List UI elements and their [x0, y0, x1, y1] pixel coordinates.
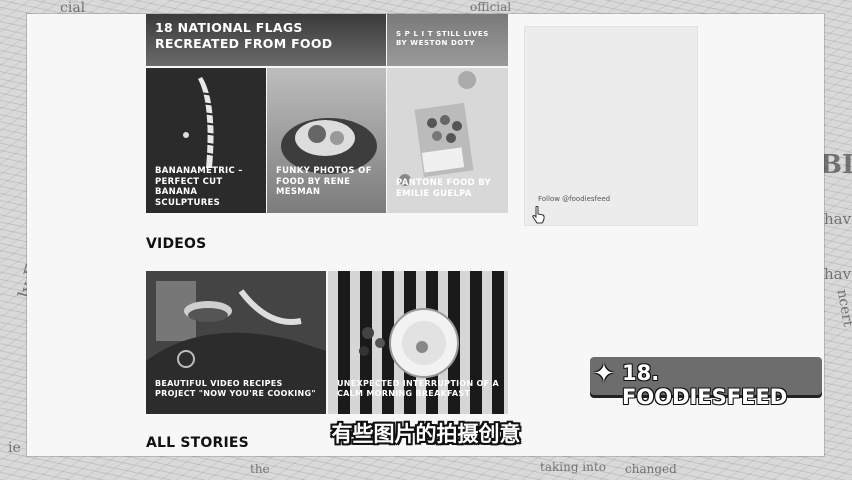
video-caption-badge: ✦ 18. FOODIESFEED: [590, 357, 822, 409]
story-tile-bananametric[interactable]: BANANAMETRIC – PERFECT CUT BANANA SCULPT…: [146, 68, 266, 213]
videos-heading: VIDEOS: [146, 236, 207, 252]
video-tile-now-youre-cooking[interactable]: BEAUTIFUL VIDEO RECIPES PROJECT "NOW YOU…: [146, 271, 326, 414]
story-tile-flags[interactable]: 18 NATIONAL FLAGS RECREATED FROM FOOD: [146, 14, 386, 66]
news-text: taking into: [540, 460, 606, 474]
follow-link[interactable]: Follow @foodiesfeed: [538, 195, 610, 203]
news-text: have: [824, 265, 852, 283]
story-tile-pantone-food[interactable]: PANTONE FOOD BY EMILIE GUELPA: [387, 68, 508, 213]
video-title: UNEXPECTED INTERRUPTION OF A CALM MORNIN…: [337, 379, 500, 398]
video-subtitle: 有些图片的拍摄创意: [331, 422, 521, 446]
instagram-widget[interactable]: Follow @foodiesfeed: [524, 26, 698, 226]
mouse-cursor-icon: [532, 206, 545, 224]
video-title: BEAUTIFUL VIDEO RECIPES PROJECT "NOW YOU…: [155, 379, 316, 398]
sparkle-icon: ✦: [593, 359, 615, 389]
story-tile-split-still-lives[interactable]: S P L I T STILL LIVES BY WESTON DOTY: [387, 14, 508, 66]
badge-label: 18. FOODIESFEED: [622, 361, 788, 409]
video-tile-morning-breakfast[interactable]: UNEXPECTED INTERRUPTION OF A CALM MORNIN…: [328, 271, 508, 414]
news-text: official: [470, 0, 512, 14]
news-text: changed: [625, 462, 677, 476]
story-title: S P L I T STILL LIVES BY WESTON DOTY: [396, 30, 489, 47]
news-text: BIG: [820, 150, 852, 180]
news-text: ncert: [833, 288, 852, 328]
story-tile-funky-photos[interactable]: FUNKY PHOTOS OF FOOD BY RENE MESMAN: [267, 68, 386, 213]
news-text: the: [250, 462, 270, 476]
story-title: PANTONE FOOD BY EMILIE GUELPA: [396, 178, 491, 199]
story-title: FUNKY PHOTOS OF FOOD BY RENE MESMAN: [276, 166, 372, 198]
story-title: BANANAMETRIC – PERFECT CUT BANANA SCULPT…: [155, 166, 243, 208]
food-photo-image: [281, 118, 377, 174]
news-text: have: [824, 210, 852, 228]
story-title: 18 NATIONAL FLAGS RECREATED FROM FOOD: [155, 20, 333, 51]
